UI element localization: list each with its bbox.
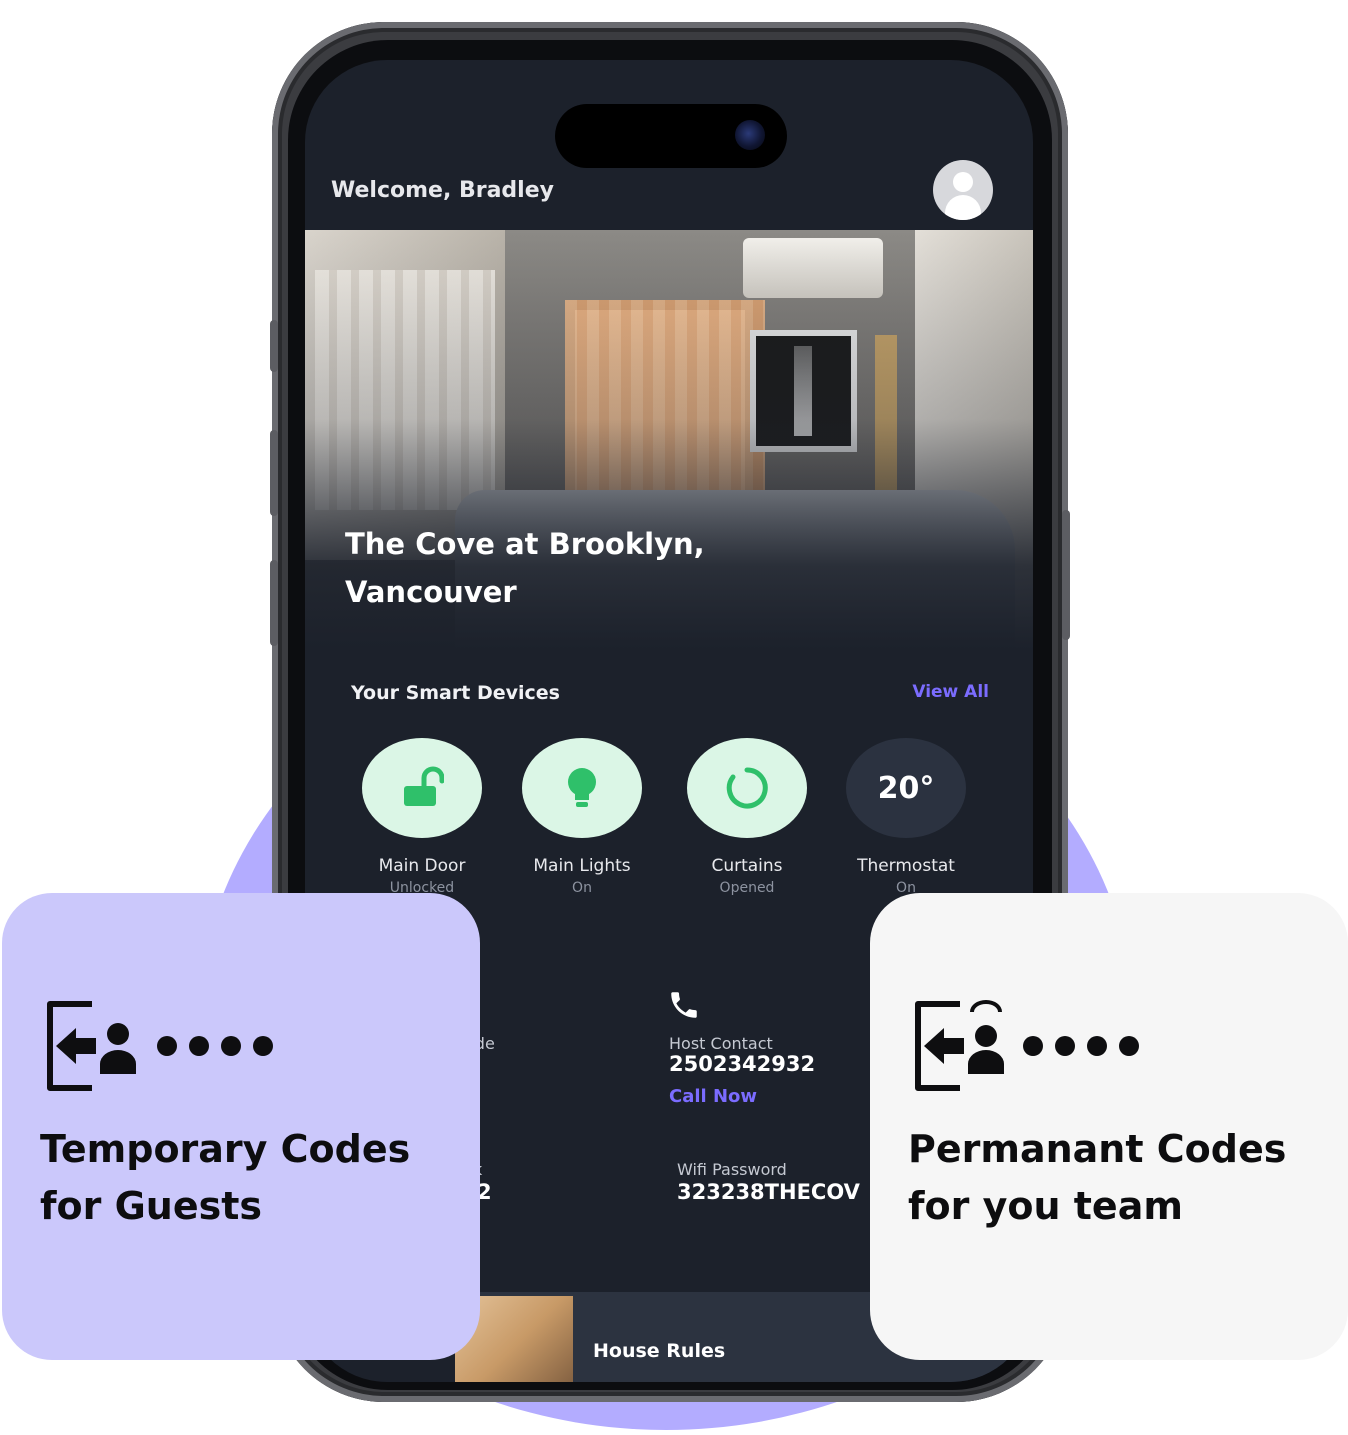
code-dot: [253, 1036, 273, 1056]
bulb-icon: [568, 768, 596, 807]
property-title: The Cove at Brooklyn, Vancouver: [345, 520, 905, 616]
code-dot: [157, 1036, 177, 1056]
temporary-codes-card: Temporary Codes for Guests: [2, 893, 480, 1360]
device-main-door[interactable]: Main Door Unlocked: [360, 738, 484, 896]
ring-icon: [726, 767, 768, 809]
call-now-link[interactable]: Call Now: [669, 1086, 757, 1107]
code-dot: [1087, 1036, 1107, 1056]
device-curtains-button[interactable]: [687, 738, 807, 838]
team-door-icon: [915, 1000, 1004, 1091]
phone-side-button: [270, 320, 278, 372]
permanent-codes-line2: for you team: [908, 1184, 1183, 1228]
device-name: Thermostat: [857, 856, 955, 876]
unlock-icon: [404, 766, 444, 806]
device-name: Main Lights: [533, 856, 631, 876]
temporary-codes-line1: Temporary Codes: [40, 1127, 411, 1171]
welcome-text: Welcome, Bradley: [331, 178, 554, 203]
phone-volume-down: [270, 560, 278, 646]
property-title-line2: Vancouver: [345, 575, 517, 609]
device-state: On: [572, 880, 592, 896]
avatar-head-icon: [953, 172, 973, 192]
thermostat-value[interactable]: 20°: [846, 738, 966, 838]
camera-icon: [735, 120, 765, 150]
host-contact-label: Host Contact: [669, 1034, 773, 1053]
smart-devices-title: Your Smart Devices: [351, 682, 560, 704]
avatar[interactable]: [933, 160, 993, 220]
code-dot: [1023, 1036, 1043, 1056]
dynamic-island: [555, 104, 787, 168]
avatar-body-icon: [945, 195, 981, 220]
temporary-codes-line2: for Guests: [40, 1184, 263, 1228]
temporary-codes-text: Temporary Codes for Guests: [40, 1121, 460, 1235]
permanent-codes-line1: Permanant Codes: [908, 1127, 1287, 1171]
house-rules-label: House Rules: [593, 1340, 726, 1362]
code-dot: [221, 1036, 241, 1056]
host-contact-phone: 2502342932: [669, 1052, 816, 1076]
device-main-door-button[interactable]: [362, 738, 482, 838]
guest-door-icon: [47, 1001, 136, 1091]
wifi-password-value: 323238THECOV: [677, 1180, 860, 1204]
device-curtains[interactable]: Curtains Opened: [685, 738, 809, 896]
phone-volume-up: [270, 430, 278, 516]
view-all-link[interactable]: View All: [912, 682, 989, 702]
device-name: Main Door: [378, 856, 466, 876]
device-main-lights-button[interactable]: [522, 738, 642, 838]
permanent-codes-card: Permanant Codes for you team: [870, 893, 1348, 1360]
device-thermostat[interactable]: 20° Thermostat On: [844, 738, 968, 896]
phone-power-button: [1062, 510, 1070, 640]
device-name: Curtains: [711, 856, 783, 876]
code-dot: [1055, 1036, 1075, 1056]
code-dots: [1023, 1036, 1139, 1056]
code-dot: [189, 1036, 209, 1056]
code-dot: [1119, 1036, 1139, 1056]
property-title-line1: The Cove at Brooklyn,: [345, 527, 705, 561]
code-dots: [157, 1036, 273, 1056]
phone-icon: [671, 992, 697, 1018]
device-main-lights[interactable]: Main Lights On: [520, 738, 644, 896]
device-state: Opened: [719, 880, 775, 896]
wifi-password-label: Wifi Password: [677, 1160, 787, 1179]
permanent-codes-text: Permanant Codes for you team: [908, 1121, 1328, 1235]
